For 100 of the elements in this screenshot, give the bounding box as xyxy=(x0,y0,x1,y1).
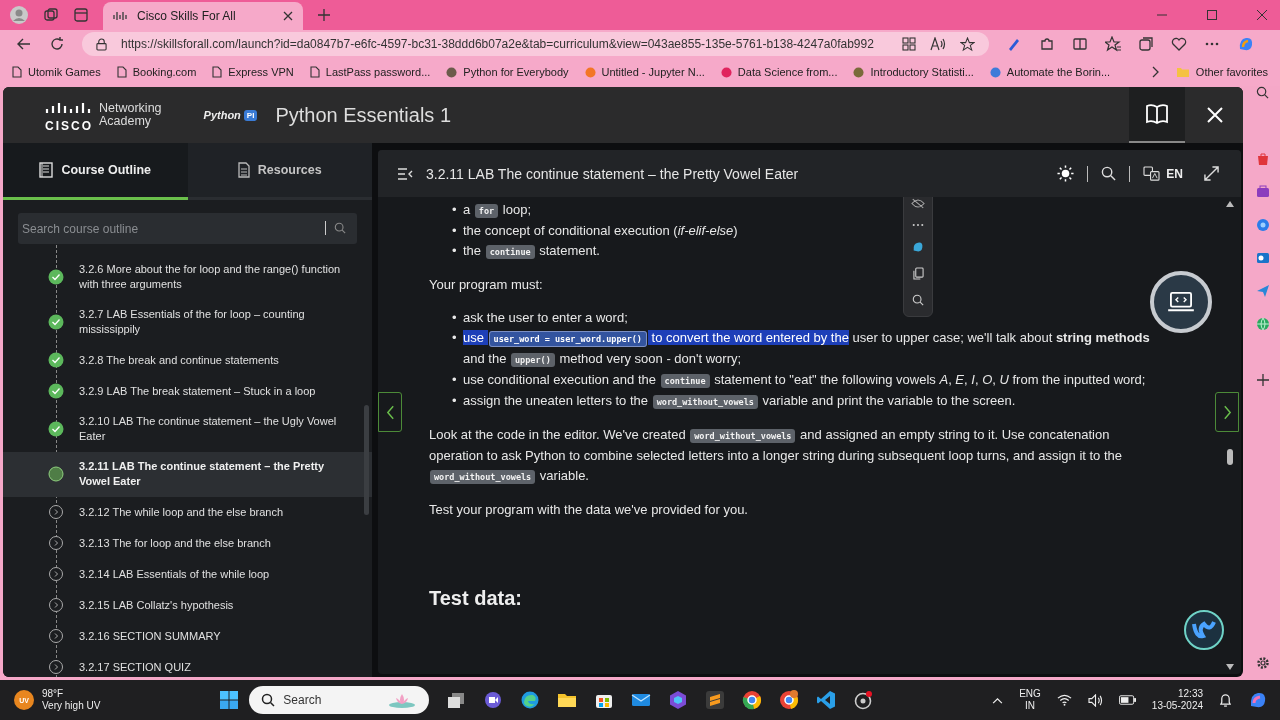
text-editor-icon[interactable] xyxy=(704,690,725,710)
tools-icon[interactable] xyxy=(1255,185,1270,199)
page-icon xyxy=(116,66,127,78)
outline-item[interactable]: 3.2.10 LAB The continue statement – the Ugly Vowel Eater xyxy=(3,407,372,452)
book-button[interactable] xyxy=(1129,87,1185,143)
address-bar[interactable]: https://skillsforall.com/launch?id=da0847b7-e6fc-4597-bc31-38ddd6b07a2e&tab=curriculum&view=043ae855-135e-5761-b138-4247a0fab992 xyxy=(82,32,989,56)
outline-item[interactable]: 3.2.9 LAB The break statement – Stuck in a loop xyxy=(3,376,372,407)
next-button[interactable] xyxy=(1215,392,1239,432)
bookmark[interactable]: Utomik Games xyxy=(12,66,101,78)
copy-icon[interactable] xyxy=(912,267,924,280)
previous-button[interactable] xyxy=(378,392,402,432)
page-icon xyxy=(12,66,22,78)
inline-code: user_word = user_word.upper() xyxy=(488,331,647,347)
browser-icon[interactable] xyxy=(741,690,762,710)
logo-bars-icon xyxy=(45,102,91,114)
bookmark[interactable]: Introductory Statisti... xyxy=(853,66,974,78)
apps-icon[interactable] xyxy=(901,37,916,51)
search-field[interactable]: Search xyxy=(249,686,430,714)
code-editor-icon[interactable] xyxy=(815,690,836,710)
bookmark[interactable]: Untitled - Jupyter N... xyxy=(584,66,705,78)
outline-item[interactable]: 3.2.12 The while loop and the else branch xyxy=(3,497,372,528)
wifi-icon[interactable] xyxy=(1056,694,1072,706)
bookmark-folder[interactable]: Other favorites xyxy=(1175,66,1268,78)
workspaces-icon[interactable] xyxy=(43,7,59,23)
browser-profile-icon[interactable] xyxy=(778,690,799,710)
start-icon[interactable] xyxy=(219,690,240,710)
paragraph: Look at the code in the editor. We've created word_without_vowels and assigned an empty string to it. Use concatenation operation to ask Python to combine selected letters into a longer string during subsequent loop turns, and assign it to the word_without_vowels variable. xyxy=(429,426,1124,486)
bookmark[interactable]: Automate the Borin... xyxy=(989,66,1111,78)
list-item: use conditional execution and the continue statement to "eat" the following vowels A, E, I, O, U from the inputted word; xyxy=(463,371,1146,390)
hexagon-icon[interactable] xyxy=(667,690,688,710)
outline-item[interactable]: 3.2.17 SECTION QUIZ xyxy=(3,652,372,677)
bookmark[interactable]: Python for Everybody xyxy=(446,66,569,78)
bookmark[interactable]: LastPass password... xyxy=(309,66,431,78)
tab-actions-icon[interactable] xyxy=(73,7,89,23)
weather-condition: Very high UV xyxy=(42,700,101,712)
more-icon[interactable] xyxy=(912,223,924,227)
camera-app-icon[interactable] xyxy=(852,690,873,710)
clock-date[interactable]: 13-05-2024 xyxy=(1151,700,1203,712)
outline-item[interactable]: 3.2.14 LAB Essentials of the while loop xyxy=(3,559,372,590)
list-item: the continue statement. xyxy=(463,242,600,261)
new-tab-icon[interactable] xyxy=(317,8,331,22)
search-field[interactable]: Search course outline xyxy=(18,213,357,244)
scrollbar-thumb[interactable] xyxy=(1227,449,1233,465)
battery-icon[interactable] xyxy=(1118,695,1136,705)
translate-icon xyxy=(1143,166,1161,181)
mail-app-icon[interactable] xyxy=(1255,251,1270,265)
partner-logo-text: Python xyxy=(203,109,241,121)
language-button[interactable]: EN xyxy=(1143,166,1183,181)
assistant-badge-icon[interactable] xyxy=(1184,610,1224,650)
bookmark[interactable]: Booking.com xyxy=(116,66,197,78)
maximize-icon[interactable] xyxy=(1207,10,1217,20)
logo-wordmark: CISCO xyxy=(45,119,93,133)
outline-item[interactable]: 3.2.13 The for loop and the else branch xyxy=(3,528,372,559)
settings-icon[interactable] xyxy=(1255,656,1270,670)
clock-time[interactable]: 12:33 xyxy=(1178,688,1203,700)
add-icon[interactable] xyxy=(1256,374,1269,386)
scroll-up-icon[interactable] xyxy=(1226,201,1234,207)
outline-item[interactable]: 3.2.16 SECTION SUMMARY xyxy=(3,621,372,652)
hide-icon[interactable] xyxy=(911,198,925,209)
bell-icon[interactable] xyxy=(1219,692,1232,708)
scroll-down-icon[interactable] xyxy=(1226,664,1234,670)
flower-icon xyxy=(387,692,418,708)
read-aloud-icon[interactable] xyxy=(929,37,946,51)
list-item: ask the user to enter a word; xyxy=(463,309,628,327)
back-icon[interactable] xyxy=(16,36,32,52)
keyboard-layout[interactable]: IN xyxy=(1025,700,1035,712)
outline-icon xyxy=(39,162,54,178)
outline-item[interactable]: 3.2.11 LAB The continue statement – the Pretty Vowel Eater xyxy=(3,452,372,497)
task-view-icon[interactable] xyxy=(445,690,466,710)
assistant-icon[interactable] xyxy=(912,241,924,253)
search-icon[interactable] xyxy=(912,294,924,306)
bookmark[interactable]: Express VPN xyxy=(212,66,294,78)
favorites-icon[interactable] xyxy=(1104,36,1121,52)
puzzle-icon[interactable] xyxy=(1038,36,1055,52)
outline-item[interactable]: 3.2.7 LAB Essentials of the for loop – counting mississippily xyxy=(3,300,372,345)
bullet: • xyxy=(452,392,458,410)
outline-item[interactable]: 3.2.6 More about the for loop and the range() function with three arguments xyxy=(3,255,372,300)
browser-tab[interactable]: Cisco Skills For All xyxy=(103,2,303,30)
refresh-icon[interactable] xyxy=(49,36,65,52)
search-icon[interactable] xyxy=(1256,86,1269,99)
outline-item[interactable]: 3.2.8 The break and continue statements xyxy=(3,345,372,376)
video-call-icon[interactable] xyxy=(482,690,503,710)
search-icon[interactable] xyxy=(1101,166,1117,181)
close-icon[interactable] xyxy=(283,11,293,21)
sidebar-tab[interactable]: Course Outline xyxy=(3,143,188,200)
language-code[interactable]: ENG xyxy=(1019,688,1041,700)
browser-icon[interactable] xyxy=(519,690,540,710)
bookmark[interactable]: Data Science from... xyxy=(720,66,838,78)
heart-icon[interactable] xyxy=(1170,36,1187,52)
sun-icon[interactable] xyxy=(1057,165,1075,182)
speaker-icon[interactable] xyxy=(1087,693,1103,707)
outline-item[interactable]: 3.2.15 LAB Collatz's hypothesis xyxy=(3,590,372,621)
chevron-up-icon[interactable] xyxy=(992,696,1004,704)
star-icon[interactable] xyxy=(959,36,975,52)
collections-icon[interactable] xyxy=(1137,36,1154,52)
assistant-icon[interactable] xyxy=(1248,690,1268,710)
chevron-icon[interactable] xyxy=(1151,66,1160,78)
expand-icon[interactable] xyxy=(1204,166,1219,181)
split-screen-icon[interactable] xyxy=(1071,36,1088,52)
collapse-menu-icon[interactable] xyxy=(397,167,413,180)
